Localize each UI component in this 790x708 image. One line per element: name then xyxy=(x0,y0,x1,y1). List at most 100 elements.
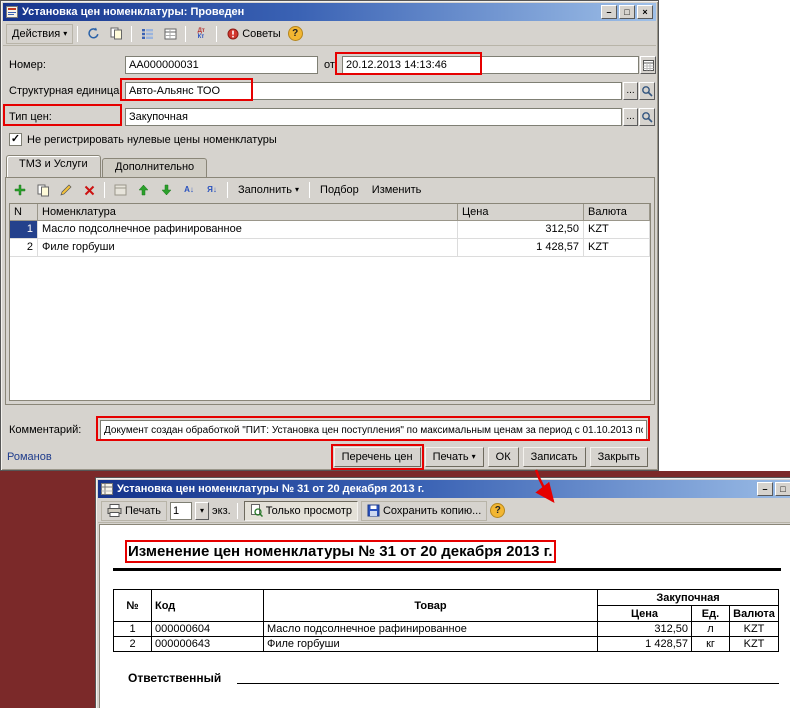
column-header-number: № xyxy=(114,590,152,622)
date-input[interactable] xyxy=(342,56,639,74)
item-cell: Масло подсолнечное рафинированное xyxy=(264,622,598,637)
reread-button[interactable] xyxy=(82,24,104,44)
change-button[interactable]: Изменить xyxy=(366,180,428,200)
nomenclature-cell[interactable]: Масло подсолнечное рафинированное xyxy=(38,221,458,239)
sort-descending-button[interactable]: Я↓ xyxy=(201,180,223,200)
list-settings-button[interactable] xyxy=(159,24,181,44)
column-header-code: Код xyxy=(152,590,264,622)
unit-choose-button[interactable]: ... xyxy=(623,82,638,100)
view-only-toggle[interactable]: Только просмотр xyxy=(244,501,358,521)
title-underline xyxy=(113,568,781,571)
price-list-button[interactable]: Перечень цен xyxy=(334,447,421,467)
number-cell: 1 xyxy=(114,622,152,637)
responsible-label: Ответственный xyxy=(128,671,221,685)
comment-input[interactable] xyxy=(100,420,647,440)
copies-dropdown-icon[interactable]: ▾ xyxy=(195,502,209,520)
add-row-button[interactable] xyxy=(9,180,31,200)
comment-label: Комментарий: xyxy=(9,424,81,436)
price-cell[interactable]: 312,50 xyxy=(458,221,584,239)
price-type-open-button[interactable] xyxy=(639,108,655,126)
copies-unit-label: экз. xyxy=(212,505,231,517)
column-header-nomenclature[interactable]: Номенклатура xyxy=(38,204,458,221)
pencil-icon xyxy=(60,184,72,196)
print-toolbar: Печать ▾ экз. Только просмотр Сохранить … xyxy=(98,499,790,523)
dtkt-icon: Дт Кт xyxy=(198,28,205,40)
print-button[interactable]: Печать xyxy=(101,501,167,521)
grid-icon xyxy=(164,28,177,40)
unit-open-button[interactable] xyxy=(639,82,655,100)
fill-label: Заполнить xyxy=(238,184,292,196)
printer-icon xyxy=(107,504,122,517)
price-type-choose-button[interactable]: ... xyxy=(623,108,638,126)
number-input[interactable] xyxy=(125,56,318,74)
move-up-button[interactable] xyxy=(132,180,154,200)
toolbar-separator xyxy=(104,182,105,198)
print-label: Печать xyxy=(433,451,469,463)
currency-cell: KZT xyxy=(730,622,779,637)
save-button[interactable]: Записать xyxy=(523,447,586,467)
currency-cell[interactable]: KZT xyxy=(584,239,650,257)
price-type-input[interactable] xyxy=(125,108,622,126)
column-header-currency: Валюта xyxy=(730,606,779,622)
print-window-title: Установка цен номенклатуры № 31 от 20 де… xyxy=(117,483,753,495)
copies-input[interactable] xyxy=(170,502,192,520)
row-number-cell[interactable]: 1 xyxy=(10,221,38,239)
tips-button[interactable]: Советы xyxy=(221,24,286,44)
pick-button[interactable]: Подбор xyxy=(314,180,365,200)
move-down-button[interactable] xyxy=(155,180,177,200)
maximize-icon[interactable]: □ xyxy=(619,5,635,19)
posting-dtkt-button[interactable]: Дт Кт xyxy=(190,24,212,44)
maximize-icon[interactable]: □ xyxy=(775,482,790,496)
column-header-currency[interactable]: Валюта xyxy=(584,204,650,221)
main-titlebar[interactable]: Установка цен номенклатуры: Проведен – □… xyxy=(3,3,656,21)
spreadsheet-document: Изменение цен номенклатуры № 31 от 20 де… xyxy=(99,524,790,708)
dropdown-arrow-icon: ▾ xyxy=(472,453,476,461)
column-header-n[interactable]: N xyxy=(10,204,38,221)
price-cell[interactable]: 1 428,57 xyxy=(458,239,584,257)
currency-cell[interactable]: KZT xyxy=(584,221,650,239)
dropdown-arrow-icon: ▾ xyxy=(63,30,67,38)
calendar-button[interactable] xyxy=(640,56,656,74)
help-icon[interactable]: ? xyxy=(288,26,303,41)
nomenclature-cell[interactable]: Филе горбуши xyxy=(38,239,458,257)
row-number-cell[interactable]: 2 xyxy=(10,239,38,257)
ok-button[interactable]: ОК xyxy=(488,447,519,467)
delete-x-icon xyxy=(84,185,95,196)
toolbar-separator xyxy=(185,26,186,42)
edit-row-button[interactable] xyxy=(55,180,77,200)
dropdown-arrow-icon: ▾ xyxy=(295,186,299,194)
minimize-icon[interactable]: – xyxy=(757,482,773,496)
items-grid: N Номенклатура Цена Валюта 1 Масло подсо… xyxy=(9,203,651,401)
grid-row[interactable]: 2 Филе горбуши 1 428,57 KZT xyxy=(10,239,650,257)
structure-button[interactable] xyxy=(136,24,158,44)
finish-edit-button[interactable] xyxy=(109,180,131,200)
help-icon[interactable]: ? xyxy=(490,503,505,518)
copy-document-button[interactable] xyxy=(105,24,127,44)
spreadsheet-window-icon xyxy=(101,483,113,495)
actions-menu-button[interactable]: Действия ▾ xyxy=(6,24,73,44)
actions-label: Действия xyxy=(12,28,60,40)
magnifier-icon xyxy=(641,85,653,97)
unit-input[interactable] xyxy=(125,82,622,100)
print-menu-button[interactable]: Печать ▾ xyxy=(425,447,484,467)
close-button[interactable]: Закрыть xyxy=(590,447,648,467)
skip-zero-prices-checkbox[interactable]: ✓ xyxy=(9,133,22,146)
grid-row[interactable]: 1 Масло подсолнечное рафинированное 312,… xyxy=(10,221,650,239)
toolbar-separator xyxy=(77,26,78,42)
tab-goods-services[interactable]: ТМЗ и Услуги xyxy=(6,155,101,177)
close-icon[interactable]: × xyxy=(637,5,653,19)
price-type-label: Тип цен: xyxy=(9,111,52,123)
print-titlebar[interactable]: Установка цен номенклатуры № 31 от 20 де… xyxy=(98,480,790,498)
sort-ascending-button[interactable]: А↓ xyxy=(178,180,200,200)
toolbar-separator xyxy=(227,182,228,198)
tab-additional[interactable]: Дополнительно xyxy=(102,158,207,177)
column-header-price[interactable]: Цена xyxy=(458,204,584,221)
fill-menu-button[interactable]: Заполнить ▾ xyxy=(232,180,305,200)
code-cell: 000000643 xyxy=(152,637,264,652)
minimize-icon[interactable]: – xyxy=(601,5,617,19)
print-label: Печать xyxy=(125,505,161,517)
save-copy-button[interactable]: Сохранить копию... xyxy=(361,501,487,521)
delete-row-button[interactable] xyxy=(78,180,100,200)
copy-row-button[interactable] xyxy=(32,180,54,200)
view-only-icon xyxy=(250,504,263,517)
